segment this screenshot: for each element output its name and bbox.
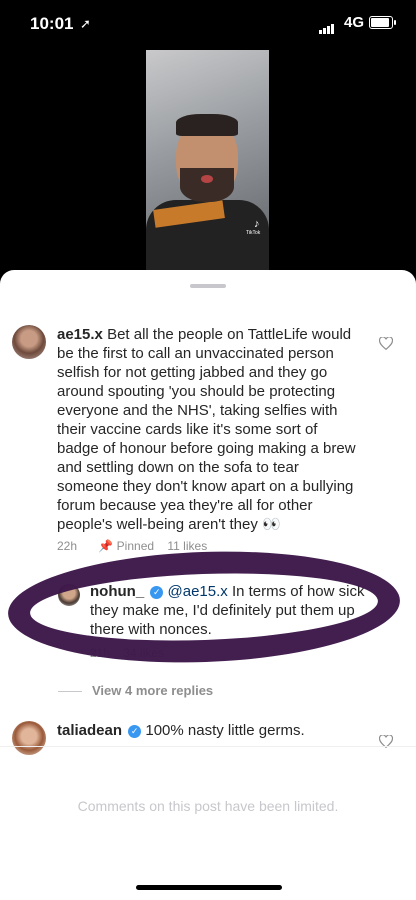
comment-text: 100% nasty little germs. [145, 722, 305, 739]
battery-icon [369, 16, 396, 29]
video-thumbnail[interactable]: ♪ TikTok [146, 50, 269, 270]
limited-notice: Comments on this post have been limited. [77, 798, 339, 814]
tiktok-watermark: TikTok [246, 230, 261, 236]
divider [0, 746, 416, 747]
clock: 10:01 [30, 14, 74, 33]
signal-icon [319, 16, 335, 34]
sheet-handle[interactable] [190, 284, 226, 288]
pin-icon: 📌 [98, 539, 114, 553]
avatar[interactable] [12, 721, 46, 755]
heart-icon[interactable] [379, 337, 393, 350]
avatar[interactable] [12, 325, 46, 359]
home-indicator[interactable] [136, 885, 282, 890]
username[interactable]: taliadean [57, 722, 122, 739]
status-bar: 10:01 ➚ 4G [0, 0, 416, 44]
view-more-replies[interactable]: View 4 more replies [58, 683, 213, 698]
tiktok-icon: ♪ [254, 218, 260, 230]
network-label: 4G [344, 14, 365, 31]
comment-time: 22h [57, 539, 78, 553]
comment-text: Bet all the people on TattleLife would b… [57, 326, 356, 533]
verified-icon: ✓ [128, 724, 142, 738]
location-arrow-icon: ➚ [80, 16, 91, 31]
likes-count[interactable]: 11 likes [167, 539, 207, 553]
username[interactable]: ae15.x [57, 326, 103, 343]
pinned-label: Pinned [116, 539, 155, 553]
